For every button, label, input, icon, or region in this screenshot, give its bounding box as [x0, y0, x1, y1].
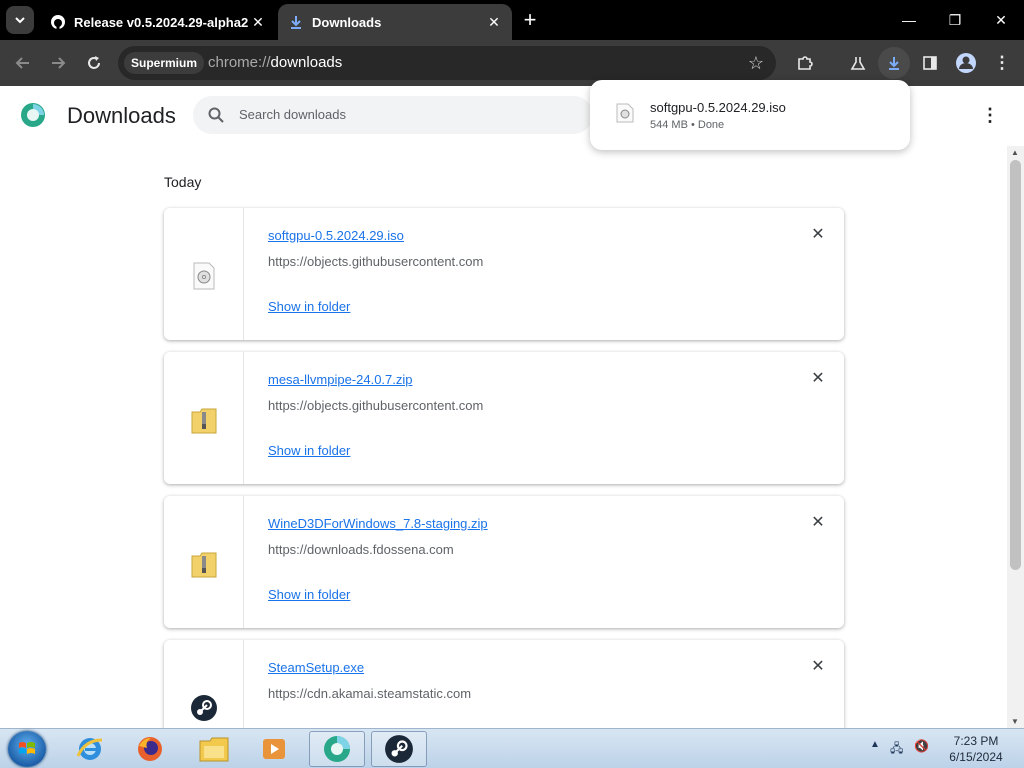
search-placeholder: Search downloads [239, 107, 346, 122]
download-item: SteamSetup.exe https://cdn.akamai.steams… [164, 640, 844, 728]
chevron-down-icon [15, 17, 25, 24]
close-icon[interactable]: ✕ [486, 14, 502, 30]
profile-button[interactable] [951, 48, 981, 78]
more-vert-icon: ⋮ [993, 53, 1011, 72]
downloads-page: Downloads Search downloads ⋮ Today softg… [0, 86, 1024, 728]
volume-muted-icon[interactable]: 🔇 [914, 739, 929, 753]
labs-button[interactable] [843, 48, 873, 78]
menu-button[interactable]: ⋮ [987, 48, 1017, 78]
search-downloads-field[interactable]: Search downloads [193, 96, 593, 134]
download-source-url: https://downloads.fdossena.com [268, 542, 454, 557]
tab-strip: Release v0.5.2024.29-alpha2 · ✕ Download… [0, 0, 1024, 40]
disc-image-icon [616, 103, 634, 123]
restore-button[interactable]: ❐ [932, 4, 978, 36]
tab-search-button[interactable] [6, 6, 34, 34]
show-hidden-icons-icon[interactable]: ▲ [870, 739, 880, 750]
tab-title: Downloads [312, 14, 382, 30]
bubble-filename[interactable]: softgpu-0.5.2024.29.iso [650, 100, 786, 115]
close-window-button[interactable]: ✕ [978, 4, 1024, 36]
back-button[interactable] [8, 48, 38, 78]
media-player-icon[interactable] [246, 731, 302, 767]
download-filename-link[interactable]: mesa-llvmpipe-24.0.7.zip [268, 372, 413, 387]
download-item: WineD3DForWindows_7.8-staging.zip https:… [164, 496, 844, 628]
url-text: chrome://downloads [208, 54, 343, 71]
flask-icon [850, 57, 866, 70]
download-item: softgpu-0.5.2024.29.iso https://objects.… [164, 208, 844, 340]
browser-chip: Supermium [124, 52, 205, 74]
extensions-button[interactable] [790, 48, 820, 78]
avatar-icon [956, 53, 976, 73]
remove-icon[interactable]: ✕ [808, 512, 828, 532]
scroll-up-icon[interactable]: ▲ [1011, 148, 1019, 157]
network-icon[interactable]: 🖧 [890, 739, 903, 760]
back-arrow-icon [15, 57, 29, 69]
system-clock[interactable]: 7:23 PM 6/15/2024 [940, 733, 1012, 765]
start-button[interactable] [8, 731, 46, 767]
remove-icon[interactable]: ✕ [808, 368, 828, 388]
reload-button[interactable] [79, 48, 109, 78]
bubble-status: 544 MB • Done [650, 119, 725, 131]
downloads-logo-icon [20, 102, 46, 128]
download-filename-link[interactable]: SteamSetup.exe [268, 660, 364, 675]
reload-icon [88, 56, 100, 69]
page-title: Downloads [67, 103, 176, 128]
github-icon [50, 14, 66, 30]
remove-icon[interactable]: ✕ [808, 224, 828, 244]
side-panel-button[interactable] [915, 48, 945, 78]
download-filename-link[interactable]: softgpu-0.5.2024.29.iso [268, 228, 404, 243]
download-icon [288, 14, 304, 30]
address-bar[interactable]: Supermium chrome://downloads ☆ [118, 46, 776, 80]
steam-icon[interactable] [371, 731, 427, 767]
show-in-folder-link[interactable]: Show in folder [268, 587, 350, 602]
new-tab-button[interactable]: + [520, 7, 540, 32]
steam-icon [190, 694, 218, 722]
windows-taskbar: ▲ 🖧 🔇 7:23 PM 6/15/2024 [0, 728, 1024, 768]
forward-arrow-icon [52, 57, 66, 69]
page-scrollbar[interactable]: ▲ ▼ [1007, 146, 1024, 728]
download-item: mesa-llvmpipe-24.0.7.zip https://objects… [164, 352, 844, 484]
tab-release[interactable]: Release v0.5.2024.29-alpha2 · ✕ [40, 4, 276, 40]
disc-image-icon [190, 262, 218, 290]
firefox-icon[interactable] [122, 731, 178, 767]
tab-title: Release v0.5.2024.29-alpha2 · [74, 14, 250, 30]
scrollbar-thumb[interactable] [1010, 160, 1021, 570]
scroll-down-icon[interactable]: ▼ [1011, 717, 1019, 726]
side-panel-icon [923, 56, 937, 70]
zip-folder-icon [190, 406, 218, 434]
show-in-folder-link[interactable]: Show in folder [268, 443, 350, 458]
supermium-icon[interactable] [309, 731, 365, 767]
date-section-label: Today [164, 174, 202, 190]
downloads-button[interactable] [878, 47, 910, 79]
clock-date: 6/15/2024 [949, 750, 1003, 764]
star-icon[interactable]: ☆ [748, 53, 764, 74]
download-source-url: https://cdn.akamai.steamstatic.com [268, 686, 472, 701]
puzzle-icon [798, 56, 813, 70]
tab-downloads[interactable]: Downloads ✕ [278, 4, 512, 40]
download-bubble: softgpu-0.5.2024.29.iso 544 MB • Done [590, 80, 910, 150]
clock-time: 7:23 PM [953, 734, 999, 748]
show-in-folder-link[interactable]: Show in folder [268, 299, 350, 314]
remove-icon[interactable]: ✕ [808, 656, 828, 676]
internet-explorer-icon[interactable] [62, 731, 118, 767]
forward-button[interactable] [43, 48, 73, 78]
download-source-url: https://objects.githubusercontent.com [268, 254, 484, 269]
zip-folder-icon [190, 550, 218, 578]
search-icon [208, 107, 224, 123]
close-icon[interactable]: ✕ [250, 14, 266, 30]
download-source-url: https://objects.githubusercontent.com [268, 398, 484, 413]
download-icon [889, 57, 899, 70]
windows-logo-icon [19, 742, 35, 754]
more-actions-icon[interactable]: ⋮ [980, 104, 1000, 126]
minimize-button[interactable]: — [886, 4, 932, 36]
download-filename-link[interactable]: WineD3DForWindows_7.8-staging.zip [268, 516, 488, 531]
file-explorer-icon[interactable] [186, 731, 242, 767]
